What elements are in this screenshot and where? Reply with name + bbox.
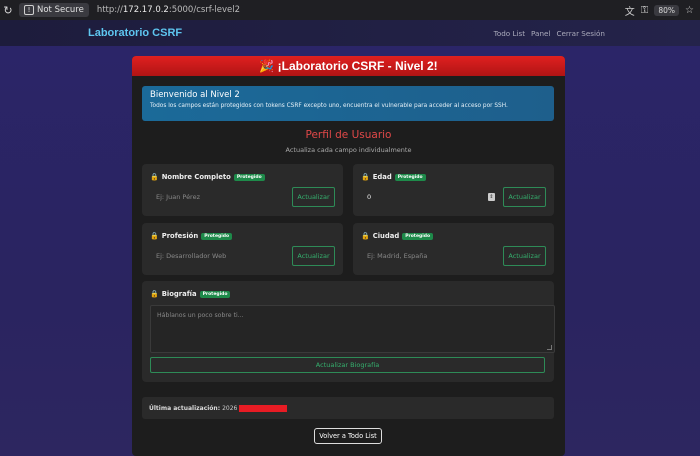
nav-link-logout[interactable]: Cerrar Sesión [556, 29, 605, 38]
field-card-biografia: 🔒 Biografía Protegido Háblanos un poco s… [142, 281, 555, 382]
card-header: 🎉 ¡Laboratorio CSRF - Nivel 2! [132, 56, 565, 76]
last-update-bar: Última actualización: 2026 [142, 397, 554, 419]
number-stepper[interactable]: ⇕ [488, 193, 495, 201]
browser-toolbar: ↻ ! Not Secure http://172.17.0.2:5000/cs… [0, 0, 700, 20]
zoom-level[interactable]: 80% [654, 4, 680, 16]
update-ciudad-button[interactable]: Actualizar [503, 246, 546, 266]
security-indicator[interactable]: ! Not Secure [19, 3, 89, 17]
back-to-todo-button[interactable]: Volver a Todo List [314, 428, 382, 444]
update-edad-button[interactable]: Actualizar [503, 187, 546, 207]
last-update-label: Última actualización: [149, 404, 221, 412]
url-host: 172.17.0.2 [122, 5, 169, 15]
field-card-profesion: 🔒 Profesión Protegido Ej: Desarrollador … [142, 223, 343, 275]
biografia-textarea[interactable]: Háblanos un poco sobre ti... [150, 305, 555, 353]
nav-link-panel[interactable]: Panel [531, 29, 550, 38]
profile-subtitle: Actualiza cada campo individualmente [285, 146, 412, 154]
lock-icon: 🔒 [150, 232, 159, 240]
field-label-biografia: 🔒 Biografía Protegido [150, 290, 231, 298]
protected-badge: Protegido [233, 173, 265, 181]
profesion-input[interactable]: Ej: Desarrollador Web [150, 246, 290, 266]
protected-badge: Protegido [402, 232, 434, 240]
welcome-alert: Bienvenido al Nivel 2 Todos los campos e… [142, 86, 554, 121]
address-bar[interactable]: http://172.17.0.2:5000/csrf-level2 [97, 5, 240, 15]
protected-badge: Protegido [201, 232, 233, 240]
update-nombre-button[interactable]: Actualizar [292, 187, 335, 207]
security-label: Not Secure [37, 5, 84, 15]
field-card-edad: 🔒 Edad Protegido 0 ⇕ Actualizar [353, 164, 554, 216]
brand-logo[interactable]: Laboratorio CSRF [88, 27, 182, 39]
alert-title: Bienvenido al Nivel 2 [150, 90, 240, 100]
field-card-nombre: 🔒 Nombre Completo Protegido Ej: Juan Pér… [142, 164, 343, 216]
site-navbar: Laboratorio CSRF Todo List Panel Cerrar … [0, 20, 700, 46]
bookmark-star-icon[interactable]: ☆ [685, 5, 694, 16]
browser-actions: 文 ⚿ 80% ☆ [625, 3, 700, 18]
field-label-text: Profesión [161, 232, 199, 240]
field-label-ciudad: 🔒 Ciudad Protegido [361, 232, 434, 240]
reload-icon[interactable]: ↻ [0, 2, 16, 18]
lock-icon: 🔒 [361, 173, 370, 181]
field-label-text: Ciudad [372, 232, 400, 240]
field-card-ciudad: 🔒 Ciudad Protegido Ej: Madrid, España Ac… [353, 223, 554, 275]
alert-text: Todos los campos están protegidos con to… [150, 103, 508, 109]
nav-link-todo-list[interactable]: Todo List [494, 29, 525, 38]
url-prefix: http:// [96, 5, 123, 15]
field-label-profesion: 🔒 Profesión Protegido [150, 232, 233, 240]
field-label-text: Edad [372, 173, 392, 181]
field-label-text: Biografía [161, 290, 197, 298]
redaction-bar [239, 404, 288, 412]
nombre-input[interactable]: Ej: Juan Pérez [150, 187, 290, 207]
update-profesion-button[interactable]: Actualizar [292, 246, 335, 266]
lock-icon: 🔒 [361, 232, 370, 240]
warning-icon: ! [24, 5, 34, 15]
field-label-text: Nombre Completo [161, 173, 231, 181]
translate-icon[interactable]: 文 [625, 3, 635, 18]
field-label-edad: 🔒 Edad Protegido [361, 173, 426, 181]
key-icon[interactable]: ⚿ [641, 5, 649, 16]
lock-icon: 🔒 [150, 173, 159, 181]
profile-title: Perfil de Usuario [305, 129, 392, 141]
edad-input[interactable]: 0 [361, 187, 501, 207]
lab-card: 🎉 ¡Laboratorio CSRF - Nivel 2! Bienvenid… [132, 56, 565, 456]
textarea-placeholder: Háblanos un poco sobre ti... [157, 312, 244, 319]
resize-handle[interactable] [547, 345, 552, 350]
field-label-nombre: 🔒 Nombre Completo Protegido [150, 173, 265, 181]
url-path: :5000/csrf-level2 [168, 5, 241, 15]
update-biografia-button[interactable]: Actualizar Biografía [150, 357, 545, 373]
last-update-value: 2026 [222, 404, 238, 412]
protected-badge: Protegido [394, 173, 426, 181]
ciudad-input[interactable]: Ej: Madrid, España [361, 246, 501, 266]
lock-icon: 🔒 [150, 290, 159, 298]
nav-links: Todo List Panel Cerrar Sesión [494, 29, 605, 38]
protected-badge: Protegido [199, 290, 231, 298]
